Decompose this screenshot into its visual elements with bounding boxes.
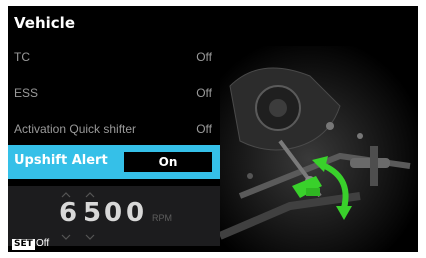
- menu-item-label: Upshift Alert: [14, 153, 108, 168]
- rpm-digit-cell[interactable]: 6: [56, 192, 78, 240]
- chevron-down-icon[interactable]: [85, 234, 95, 240]
- rpm-digit: 0: [126, 198, 145, 228]
- upshift-alert-toggle[interactable]: On: [124, 152, 212, 172]
- menu-item-quick-shifter[interactable]: Activation Quick shifter Off: [8, 113, 220, 147]
- menu-item-value: Off: [196, 50, 212, 64]
- menu-item-value: Off: [196, 86, 212, 100]
- shifter-illustration: [218, 46, 418, 252]
- menu-item-label: ESS: [14, 86, 39, 100]
- rpm-digit: 5: [83, 198, 102, 228]
- menu-item-label: TC: [14, 50, 30, 64]
- rpm-digit: 6: [59, 198, 78, 228]
- menu-item-tc[interactable]: TC Off: [8, 41, 220, 75]
- dashboard-screen: Vehicle TC Off ESS Off Activation Quick …: [8, 6, 418, 252]
- set-value: Off: [36, 238, 50, 249]
- page-title: Vehicle: [14, 14, 75, 32]
- chevron-down-icon[interactable]: [61, 234, 71, 240]
- rpm-unit-label: RPM: [152, 213, 172, 223]
- header: Vehicle: [8, 6, 418, 38]
- menu-item-label: Activation Quick shifter: [14, 122, 137, 136]
- rpm-digit: 0: [104, 198, 123, 228]
- rpm-digit-cell[interactable]: 5: [80, 192, 102, 240]
- motorcycle-shifter-illustration-icon: [218, 46, 418, 252]
- rpm-stepper[interactable]: 6 5 0 0 RPM: [8, 186, 220, 246]
- menu-item-upshift-alert[interactable]: Upshift Alert On: [8, 145, 220, 179]
- set-button-badge[interactable]: SET: [12, 239, 35, 250]
- menu-item-value: Off: [196, 122, 212, 136]
- menu-item-ess[interactable]: ESS Off: [8, 77, 220, 111]
